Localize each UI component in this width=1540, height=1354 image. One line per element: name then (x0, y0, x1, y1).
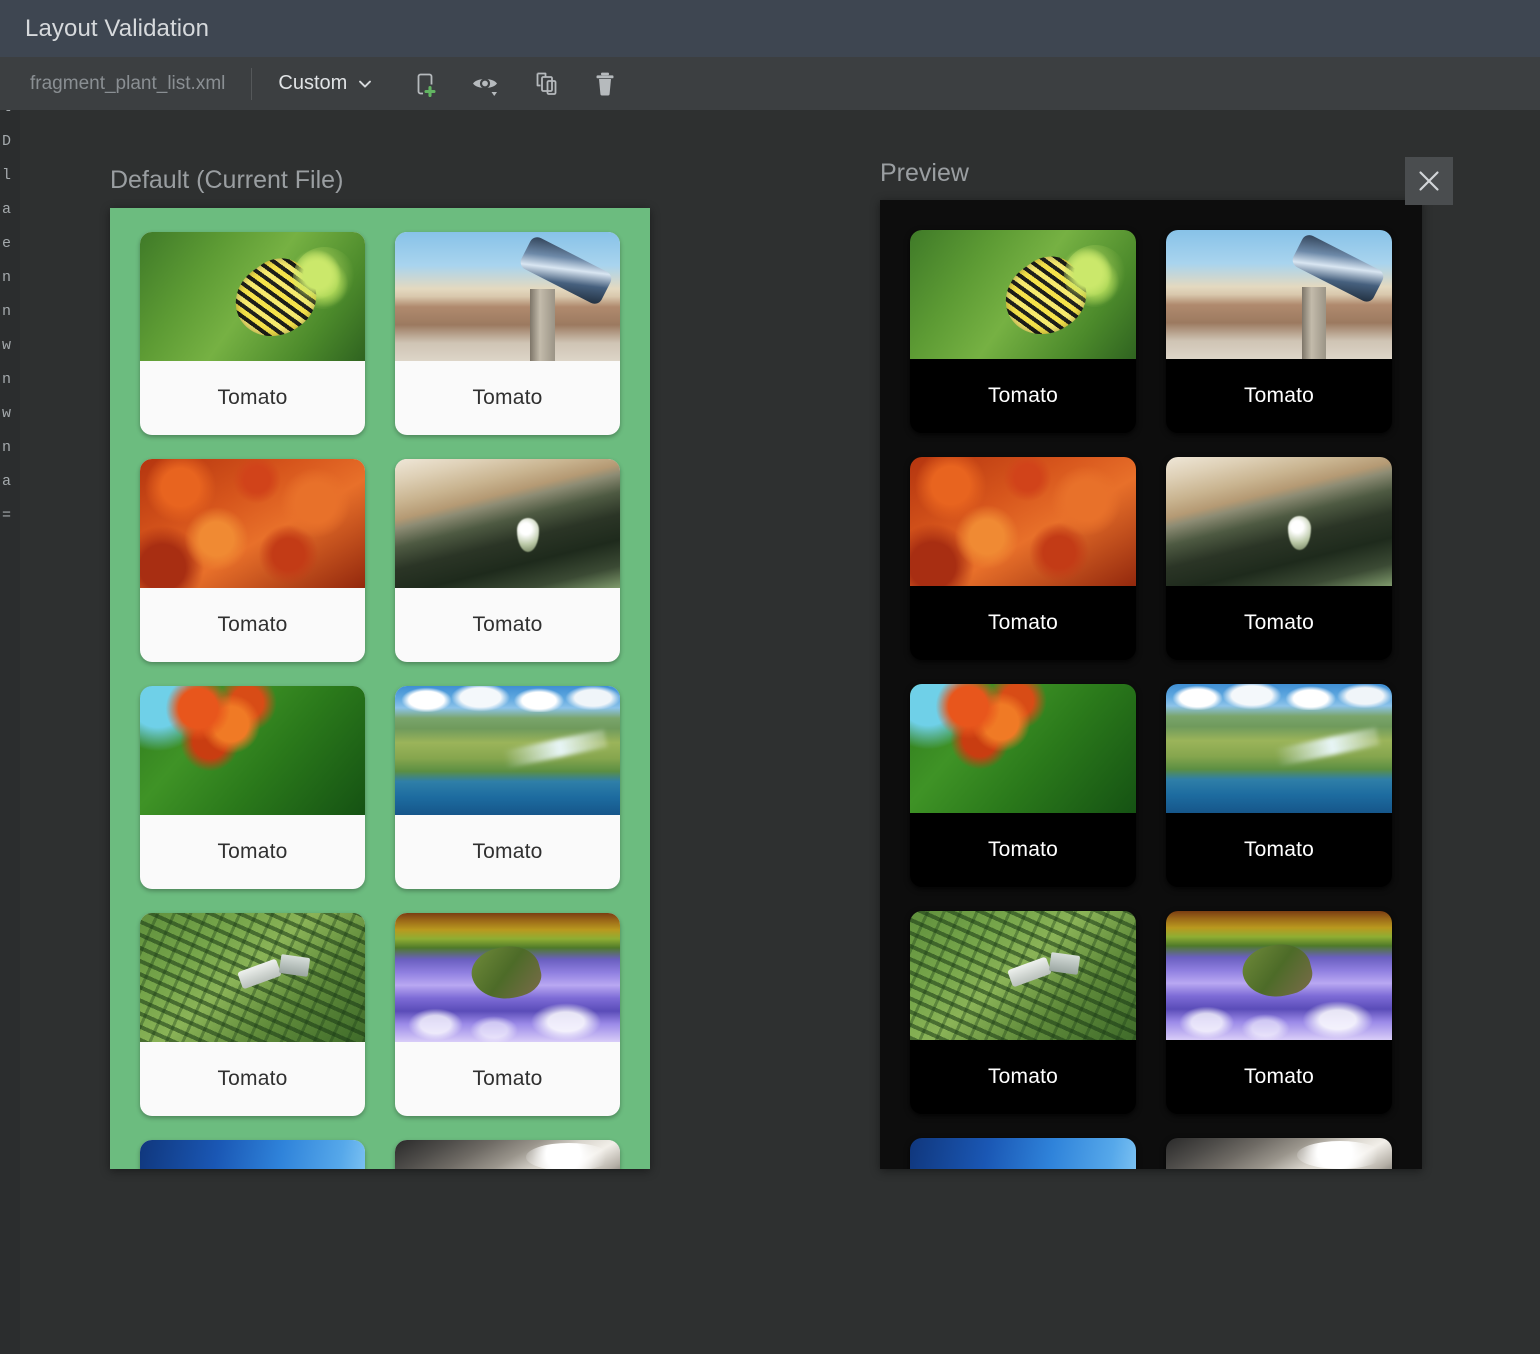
plant-card-label: Tomato (395, 361, 620, 435)
visibility-eye-icon[interactable] (466, 65, 504, 103)
plant-card[interactable] (1166, 1138, 1392, 1169)
plant-card-label: Tomato (910, 1040, 1136, 1114)
plant-card[interactable]: Tomato (1166, 457, 1392, 660)
copy-configuration-icon[interactable] (526, 65, 564, 103)
plant-card-image (910, 1138, 1136, 1169)
plant-card-label: Tomato (140, 1042, 365, 1116)
page-title: Layout Validation (0, 15, 209, 43)
plant-card-label: Tomato (140, 361, 365, 435)
panel-label-default: Default (Current File) (110, 166, 343, 195)
background-editor-sliver: llDlaennwnwna= (0, 57, 20, 1354)
plant-card-image (1166, 911, 1392, 1040)
plant-card-label: Tomato (910, 813, 1136, 887)
close-icon (1416, 168, 1442, 194)
editor-glyph: e (0, 227, 20, 261)
editor-glyph: w (0, 329, 20, 363)
editor-glyph: a (0, 465, 20, 499)
plant-card[interactable]: Tomato (910, 230, 1136, 433)
current-file-label: fragment_plant_list.xml (0, 73, 225, 95)
editor-glyph: w (0, 397, 20, 431)
plant-card-label: Tomato (140, 815, 365, 889)
validation-toolbar: fragment_plant_list.xml Custom (0, 57, 1540, 110)
plant-card-label: Tomato (1166, 813, 1392, 887)
plant-card[interactable]: Tomato (1166, 911, 1392, 1114)
plant-card-image (395, 459, 620, 588)
plant-card[interactable]: Tomato (395, 232, 620, 435)
add-device-icon[interactable] (406, 65, 444, 103)
toolbar-actions (406, 65, 624, 103)
plant-card-image (910, 911, 1136, 1040)
chevron-down-icon (356, 75, 374, 93)
plant-card-label: Tomato (1166, 359, 1392, 433)
plant-card[interactable]: Tomato (910, 684, 1136, 887)
plant-card[interactable] (910, 1138, 1136, 1169)
plant-card-label: Tomato (395, 815, 620, 889)
editor-glyph: n (0, 431, 20, 465)
editor-glyph: n (0, 261, 20, 295)
plant-card-label: Tomato (910, 586, 1136, 660)
plant-card-label: Tomato (395, 1042, 620, 1116)
plant-card-image (910, 230, 1136, 359)
plant-card-image (910, 457, 1136, 586)
plant-card[interactable]: Tomato (395, 459, 620, 662)
plant-card-label: Tomato (1166, 1040, 1392, 1114)
plant-card-image (140, 232, 365, 361)
plant-card[interactable]: Tomato (1166, 684, 1392, 887)
validation-workspace: Default (Current File) TomatoTomatoTomat… (20, 110, 1540, 1354)
editor-glyph: n (0, 295, 20, 329)
plant-card-image (395, 1140, 620, 1169)
plant-card-label: Tomato (1166, 586, 1392, 660)
editor-glyph: a (0, 193, 20, 227)
editor-glyph: D (0, 125, 20, 159)
plant-card-image (395, 686, 620, 815)
plant-card-image (1166, 457, 1392, 586)
plant-card[interactable]: Tomato (395, 686, 620, 889)
plant-card[interactable]: Tomato (140, 232, 365, 435)
plant-card-image (910, 684, 1136, 813)
device-preview-dark[interactable]: Tomato Tomato Tomato Tomato Tomato Tomato Toma… (880, 200, 1422, 1169)
plant-card-image (140, 913, 365, 1042)
plant-card[interactable] (140, 1140, 365, 1169)
plant-card[interactable]: Tomato (1166, 230, 1392, 433)
panel-label-preview: Preview (880, 159, 969, 188)
plant-card[interactable]: Tomato (910, 457, 1136, 660)
plant-card-grid-default: Tomato Tomato Tomato Tomato Tomato Tomato Toma… (110, 208, 650, 1169)
plant-card[interactable]: Tomato (910, 911, 1136, 1114)
close-preview-button[interactable] (1405, 157, 1453, 205)
plant-card-image (140, 1140, 365, 1169)
plant-card-image (395, 913, 620, 1042)
toolbar-divider (251, 68, 252, 100)
plant-card-grid-preview: Tomato Tomato Tomato Tomato Tomato Tomato Toma… (880, 200, 1422, 1169)
plant-card-image (140, 459, 365, 588)
plant-card-label: Tomato (910, 359, 1136, 433)
plant-card[interactable] (395, 1140, 620, 1169)
delete-icon[interactable] (586, 65, 624, 103)
plant-card-image (1166, 230, 1392, 359)
plant-card[interactable]: Tomato (140, 686, 365, 889)
configuration-set-dropdown[interactable]: Custom (274, 69, 378, 98)
plant-card-image (1166, 1138, 1392, 1169)
editor-glyph: = (0, 499, 20, 533)
plant-card-image (395, 232, 620, 361)
plant-card-label: Tomato (395, 588, 620, 662)
editor-glyph: n (0, 363, 20, 397)
tool-window-title-bar: Layout Validation (0, 0, 1540, 57)
plant-card[interactable]: Tomato (395, 913, 620, 1116)
plant-card[interactable]: Tomato (140, 459, 365, 662)
editor-glyph: l (0, 159, 20, 193)
plant-card-image (1166, 684, 1392, 813)
device-preview-default[interactable]: Tomato Tomato Tomato Tomato Tomato Tomato Toma… (110, 208, 650, 1169)
configuration-set-label: Custom (278, 72, 347, 95)
plant-card-image (140, 686, 365, 815)
plant-card-label: Tomato (140, 588, 365, 662)
plant-card[interactable]: Tomato (140, 913, 365, 1116)
